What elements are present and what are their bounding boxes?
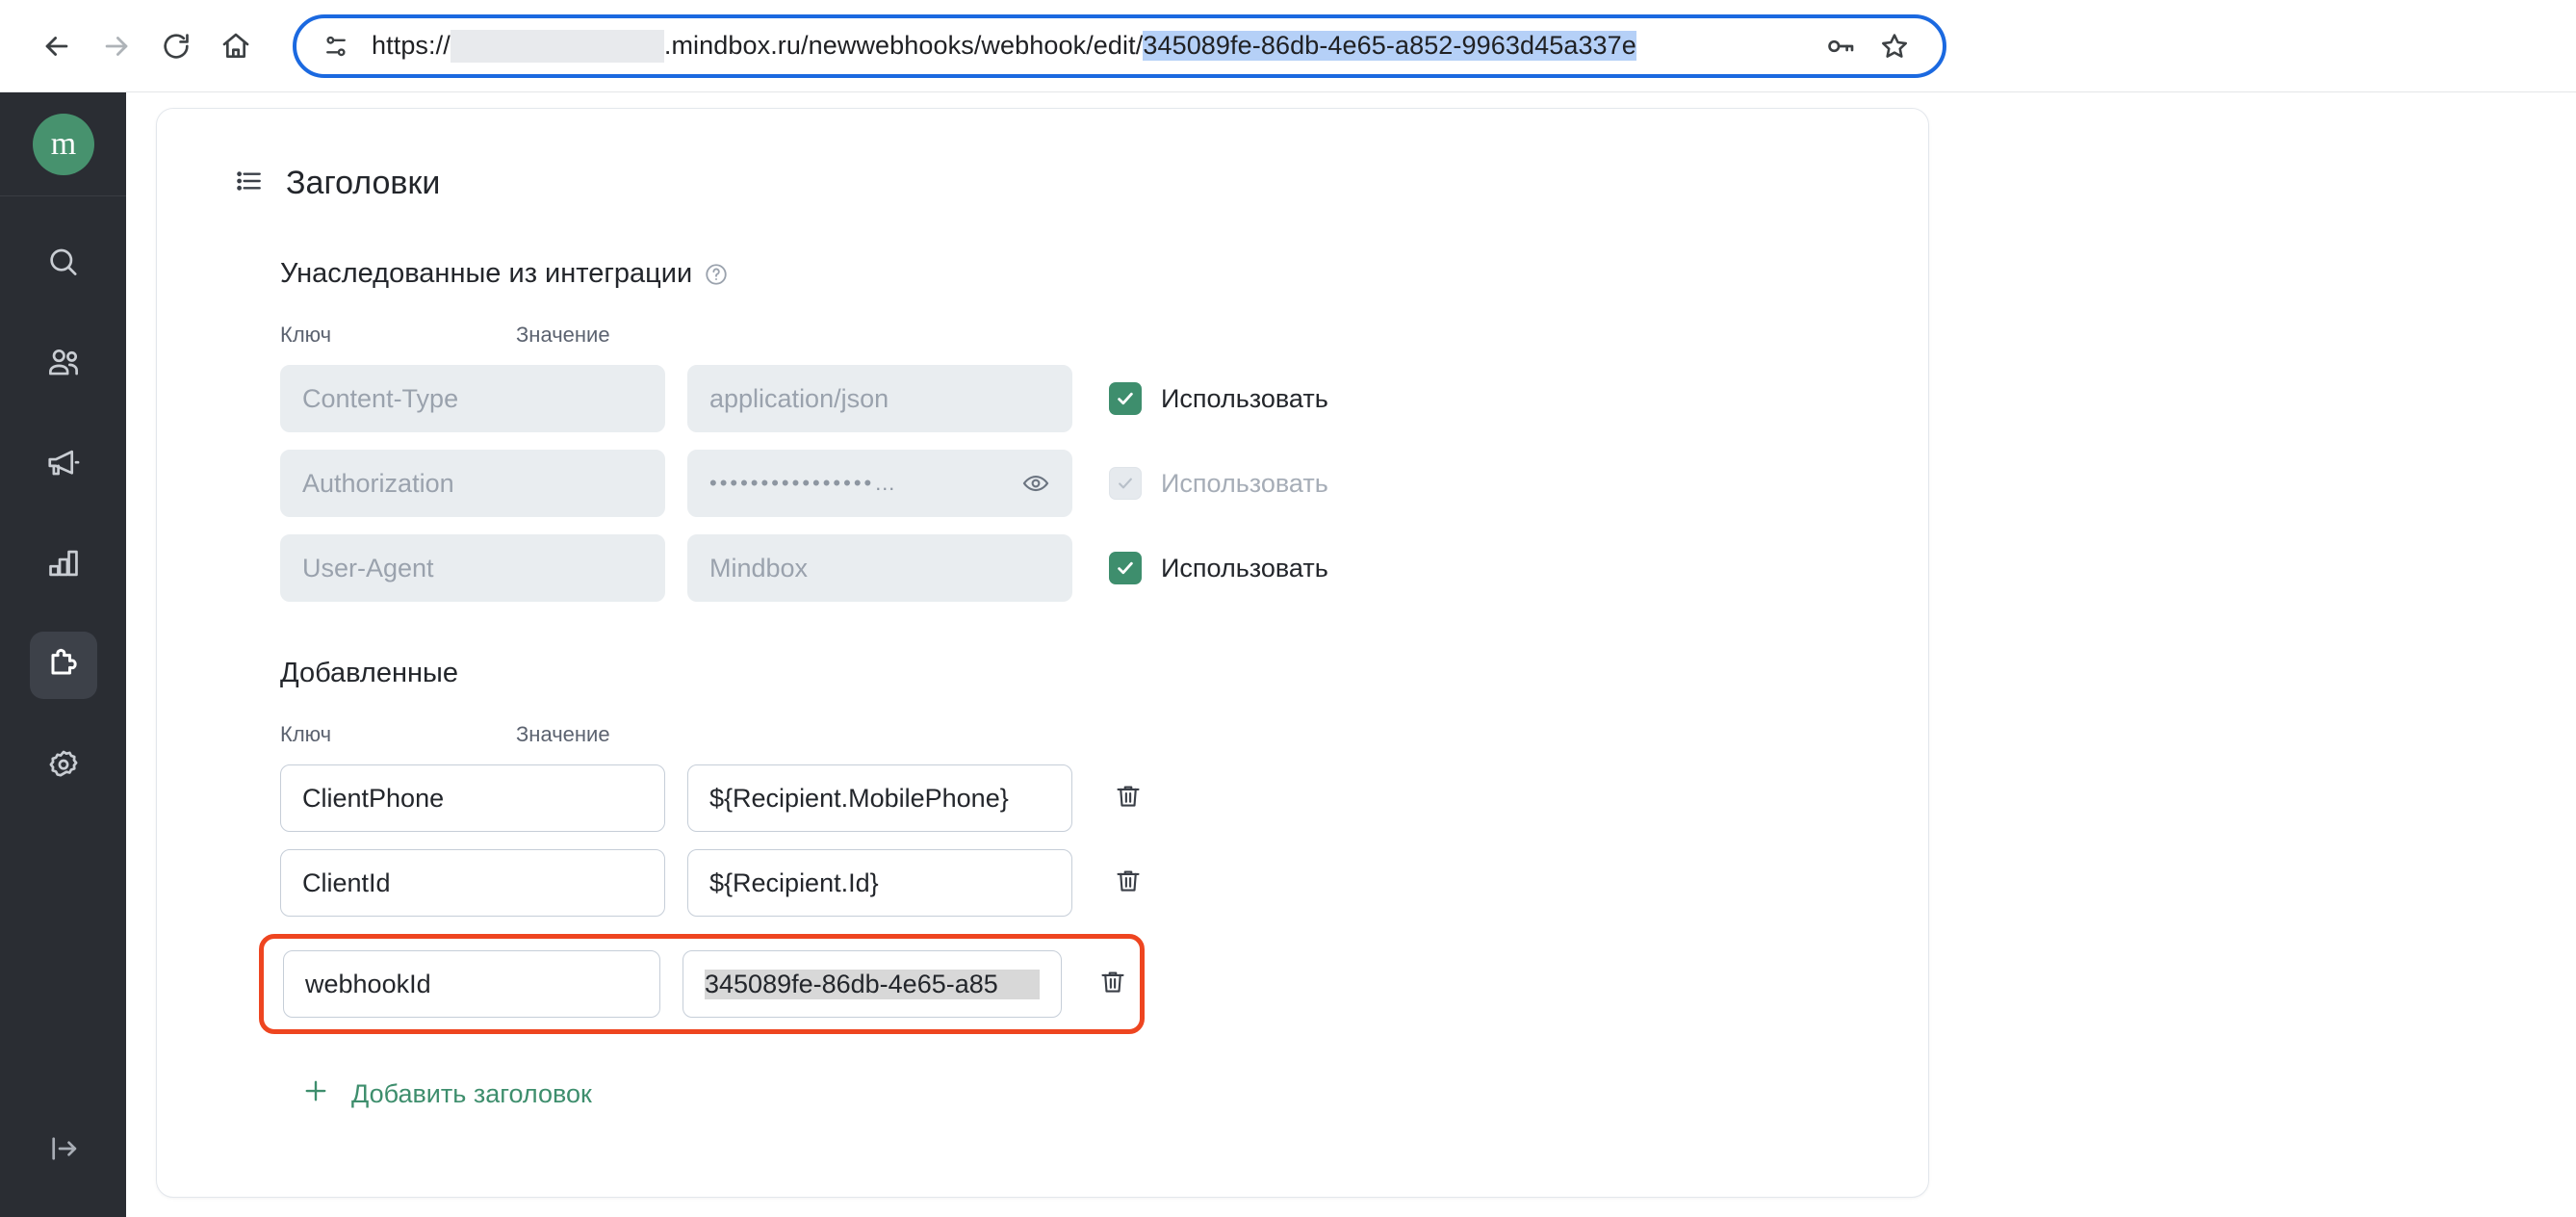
gear-icon <box>45 745 82 787</box>
inherited-use-toggle[interactable]: Использовать <box>1109 382 1328 415</box>
trash-icon <box>1098 968 1127 1001</box>
search-icon <box>45 245 82 286</box>
use-checkbox <box>1109 467 1142 500</box>
puzzle-icon <box>44 644 83 687</box>
masked-value: ••••••••••••••••… <box>709 471 899 495</box>
site-settings-icon[interactable] <box>322 32 350 61</box>
sidebar-item-logout[interactable] <box>30 1117 97 1184</box>
arrow-right-icon <box>100 30 133 63</box>
inherited-section-label: Унаследованные из интеграции <box>280 258 693 289</box>
url-redacted-host <box>450 29 664 63</box>
headers-card: Заголовки Унаследованные из интеграции К… <box>156 108 1929 1198</box>
added-value-input[interactable]: ${Recipient.Id} <box>687 849 1072 917</box>
trash-icon <box>1114 867 1143 900</box>
app-sidebar: m <box>0 92 126 1217</box>
card-header: Заголовки <box>157 109 1928 202</box>
added-row-highlighted: webhookId 345089fe-86db-4e65-a85 <box>259 934 1145 1034</box>
added-value-input[interactable]: 345089fe-86db-4e65-a85 <box>683 950 1062 1018</box>
added-section-title: Добавленные <box>280 658 458 688</box>
card-body: Унаследованные из интеграции Ключ Значен… <box>157 258 1928 1112</box>
use-checkbox[interactable] <box>1109 382 1142 415</box>
added-key-input[interactable]: webhookId <box>283 950 660 1018</box>
added-key-input[interactable]: ClientId <box>280 849 665 917</box>
sidebar-item-customers[interactable] <box>30 331 97 399</box>
inherited-column-labels: Ключ Значение <box>280 323 1928 348</box>
inherited-key-field: User-Agent <box>280 534 665 602</box>
forward-button[interactable] <box>87 16 146 76</box>
url-path: .mindbox.ru/newwebhooks/webhook/edit/ <box>663 31 1144 60</box>
use-checkbox-label: Использовать <box>1161 553 1328 583</box>
logout-icon <box>45 1130 82 1172</box>
page-title: Заголовки <box>286 165 441 201</box>
added-row: ClientPhone ${Recipient.MobilePhone} <box>280 764 1928 832</box>
reload-icon <box>161 31 192 62</box>
sidebar-logo-wrapper[interactable]: m <box>0 92 126 196</box>
inherited-section-title: Унаследованные из интеграции <box>280 258 1928 290</box>
use-checkbox[interactable] <box>1109 552 1142 584</box>
eye-icon[interactable] <box>1021 469 1050 498</box>
address-bar[interactable]: https:// .mindbox.ru/newwebhooks/webhook… <box>293 13 1946 78</box>
sidebar-item-integrations[interactable] <box>29 632 97 699</box>
use-checkbox-label: Использовать <box>1161 468 1328 498</box>
home-icon <box>220 31 251 62</box>
inherited-col-key: Ключ <box>280 323 332 347</box>
added-column-labels: Ключ Значение <box>280 722 1928 747</box>
added-value-input[interactable]: ${Recipient.MobilePhone} <box>687 764 1072 832</box>
added-col-value: Значение <box>516 722 610 746</box>
use-checkbox-label: Использовать <box>1161 383 1328 413</box>
key-icon[interactable] <box>1814 19 1868 73</box>
sidebar-item-analytics[interactable] <box>30 531 97 599</box>
add-header-label: Добавить заголовок <box>351 1079 592 1108</box>
inherited-value-field-masked: ••••••••••••••••… <box>687 450 1072 517</box>
back-button[interactable] <box>27 16 87 76</box>
question-circle-icon[interactable] <box>704 262 729 287</box>
inherited-key-field: Authorization <box>280 450 665 517</box>
url-scheme: https:// <box>372 31 451 60</box>
inherited-row: User-Agent Mindbox Использовать <box>280 534 1928 602</box>
inherited-col-value: Значение <box>516 323 610 347</box>
added-value-selected-text: 345089fe-86db-4e65-a85 <box>705 969 1040 999</box>
sidebar-item-search[interactable] <box>30 231 97 298</box>
inherited-row: Content-Type application/json Использова… <box>280 365 1928 432</box>
add-header-button[interactable]: Добавить заголовок <box>301 1076 592 1112</box>
url-text[interactable]: https:// .mindbox.ru/newwebhooks/webhook… <box>372 29 1814 63</box>
inherited-key-field: Content-Type <box>280 365 665 432</box>
browser-toolbar: https:// .mindbox.ru/newwebhooks/webhook… <box>0 0 2576 92</box>
url-selected-uuid: 345089fe-86db-4e65-a852-9963d45a337e <box>1143 31 1636 61</box>
people-icon <box>45 345 82 386</box>
megaphone-icon <box>45 445 82 486</box>
added-key-input[interactable]: ClientPhone <box>280 764 665 832</box>
list-icon <box>234 166 265 201</box>
reload-button[interactable] <box>146 16 206 76</box>
star-icon[interactable] <box>1868 19 1921 73</box>
inherited-value-field: Mindbox <box>687 534 1072 602</box>
delete-header-button[interactable] <box>1101 856 1155 910</box>
bar-chart-icon <box>45 545 82 586</box>
added-col-key: Ключ <box>280 722 332 746</box>
added-row: ClientId ${Recipient.Id} <box>280 849 1928 917</box>
trash-icon <box>1114 782 1143 816</box>
mindbox-logo[interactable]: m <box>32 113 94 175</box>
delete-header-button[interactable] <box>1101 771 1155 825</box>
plus-icon <box>301 1076 330 1112</box>
home-button[interactable] <box>206 16 266 76</box>
sidebar-item-settings[interactable] <box>30 732 97 799</box>
inherited-row: Authorization ••••••••••••••••… Использо <box>280 450 1928 517</box>
inherited-use-toggle[interactable]: Использовать <box>1109 552 1328 584</box>
delete-header-button[interactable] <box>1087 957 1140 1011</box>
page-content: Заголовки Унаследованные из интеграции К… <box>126 92 2576 1217</box>
arrow-left-icon <box>40 30 73 63</box>
sidebar-item-campaigns[interactable] <box>30 431 97 499</box>
inherited-value-field: application/json <box>687 365 1072 432</box>
inherited-use-toggle-disabled: Использовать <box>1109 467 1328 500</box>
